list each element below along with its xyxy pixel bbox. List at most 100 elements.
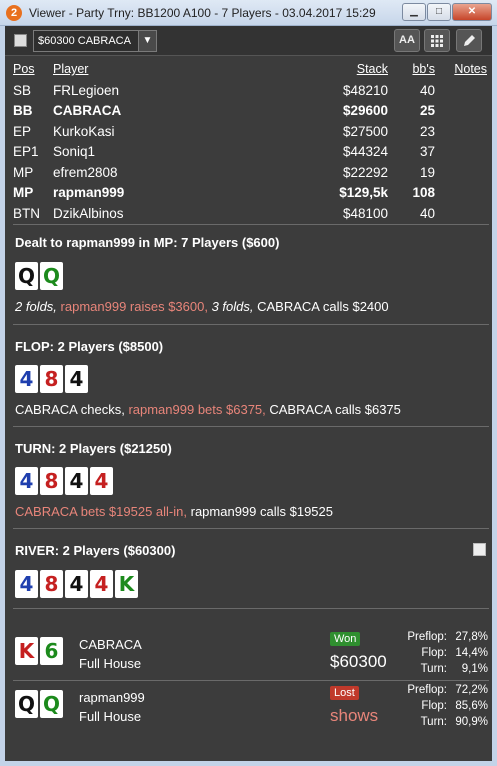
result-amount: shows <box>330 706 379 725</box>
grid-icon[interactable] <box>424 29 450 52</box>
playing-card: 4 <box>90 467 113 495</box>
player-stack: $129,5k <box>339 185 388 200</box>
divider <box>13 608 489 609</box>
playing-card: 4 <box>65 467 88 495</box>
playing-card: 8 <box>40 467 63 495</box>
result-player-name[interactable]: CABRACA <box>79 637 142 652</box>
divider <box>13 426 489 427</box>
player-row[interactable]: MP efrem2808 $22292 19 <box>13 163 487 184</box>
action-text: rapman999 calls $19525 <box>190 504 333 519</box>
player-name: FRLegioen <box>53 82 120 98</box>
equity-value: 9,1% <box>461 663 488 675</box>
player-row[interactable]: EP1 Soniq1 $44324 37 <box>13 142 487 163</box>
playing-card: 8 <box>40 570 63 598</box>
close-button[interactable]: ✕ <box>452 3 492 21</box>
river-title: RIVER: 2 Players ($60300) <box>15 543 176 558</box>
pencil-icon[interactable] <box>456 29 482 52</box>
action-text: CABRACA calls $2400 <box>257 299 389 314</box>
toolbar: $60300 CABRACA ▼ AA <box>5 26 492 56</box>
divider <box>13 224 489 225</box>
player-name: CABRACA <box>53 103 122 118</box>
player-pos: EP1 <box>13 144 39 159</box>
playing-card: Q <box>40 690 63 718</box>
font-size-button[interactable]: AA <box>394 29 420 52</box>
player-bbs: 37 <box>419 144 435 159</box>
divider <box>13 324 489 325</box>
player-row[interactable]: BTN DzikAlbinos $48100 40 <box>13 204 487 225</box>
select-checkbox[interactable] <box>14 34 27 47</box>
preflop-cards: QQ <box>15 262 65 290</box>
action-text: rapman999 bets $6375, <box>128 402 270 417</box>
player-name: rapman999 <box>53 185 125 200</box>
preflop-title: Dealt to rapman999 in MP: 7 Players ($60… <box>15 235 280 250</box>
window-title: Viewer - Party Trny: BB1200 A100 - 7 Pla… <box>29 5 376 20</box>
result-cards: QQ <box>15 690 65 718</box>
header-bbs[interactable]: bb's <box>412 62 435 76</box>
action-text: 3 folds, <box>211 299 258 314</box>
note-icon[interactable] <box>473 543 486 556</box>
player-stack: $48210 <box>342 82 388 98</box>
player-name: DzikAlbinos <box>53 205 124 221</box>
equity-label: Flop: <box>421 647 447 659</box>
playing-card: 6 <box>40 637 63 665</box>
players-table: Pos Player Stack bb's Notes SB FRLegioen $… <box>13 60 487 224</box>
player-pos: BB <box>13 103 33 118</box>
player-name: KurkoKasi <box>53 123 115 139</box>
header-stack[interactable]: Stack <box>357 62 388 76</box>
hand-select[interactable]: $60300 CABRACA ▼ <box>33 30 157 52</box>
header-player[interactable]: Player <box>53 62 88 76</box>
divider <box>13 528 489 529</box>
result-hand: Full House <box>79 656 142 671</box>
turn-title: TURN: 2 Players ($21250) <box>15 441 172 456</box>
players-header: Pos Player Stack bb's Notes <box>13 60 487 81</box>
result-amount: $60300 <box>330 652 387 671</box>
equity-value: 90,9% <box>455 716 488 728</box>
header-pos[interactable]: Pos <box>13 62 35 76</box>
equity-value: 27,8% <box>455 631 488 643</box>
minimize-button[interactable]: ▁ <box>402 3 426 21</box>
result-cards: K6 <box>15 637 65 665</box>
player-row[interactable]: MP rapman999 $129,5k 108 <box>13 183 487 204</box>
player-bbs: 108 <box>412 185 435 200</box>
playing-card: 4 <box>15 467 38 495</box>
player-row[interactable]: EP KurkoKasi $27500 23 <box>13 122 487 143</box>
result-player-name[interactable]: rapman999 <box>79 690 145 705</box>
chevron-down-icon[interactable]: ▼ <box>138 31 156 51</box>
header-notes[interactable]: Notes <box>454 62 487 76</box>
action-text: CABRACA checks, <box>15 402 129 417</box>
action-text: CABRACA bets $19525 all-in, <box>15 504 191 519</box>
divider <box>13 680 489 681</box>
player-bbs: 40 <box>419 82 435 98</box>
maximize-button[interactable]: □ <box>427 3 451 21</box>
flop-actions: CABRACA checks, rapman999 bets $6375, CA… <box>15 402 401 417</box>
playing-card: 4 <box>65 570 88 598</box>
player-row[interactable]: BB CABRACA $29600 25 <box>13 101 487 122</box>
playing-card: 4 <box>15 570 38 598</box>
hand-select-value: $60300 CABRACA <box>38 35 131 47</box>
player-bbs: 23 <box>419 123 435 139</box>
action-text: CABRACA calls $6375 <box>269 402 401 417</box>
flop-cards: 484 <box>15 365 90 393</box>
player-row[interactable]: SB FRLegioen $48210 40 <box>13 81 487 102</box>
window-titlebar[interactable]: 2 Viewer - Party Trny: BB1200 A100 - 7 P… <box>0 0 497 26</box>
player-stack: $48100 <box>342 205 388 221</box>
equity-label: Preflop: <box>407 684 447 696</box>
playing-card: Q <box>15 262 38 290</box>
app-icon: 2 <box>6 4 22 21</box>
player-name: Soniq1 <box>53 144 96 159</box>
playing-card: K <box>15 637 38 665</box>
player-pos: BTN <box>13 205 40 221</box>
equity-label: Turn: <box>420 663 447 675</box>
flop-title: FLOP: 2 Players ($8500) <box>15 339 164 354</box>
player-pos: MP <box>13 164 34 180</box>
river-cards: 4844K <box>15 570 140 598</box>
won-badge: Won <box>330 632 361 646</box>
player-name: efrem2808 <box>53 164 118 180</box>
playing-card: 8 <box>40 365 63 393</box>
player-stack: $27500 <box>342 123 388 139</box>
player-pos: SB <box>13 82 32 98</box>
player-stack: $29600 <box>342 103 388 118</box>
viewer-frame: $60300 CABRACA ▼ AA Pos Player Stack bb'… <box>0 26 497 766</box>
playing-card: Q <box>15 690 38 718</box>
equity-label: Flop: <box>421 700 447 712</box>
